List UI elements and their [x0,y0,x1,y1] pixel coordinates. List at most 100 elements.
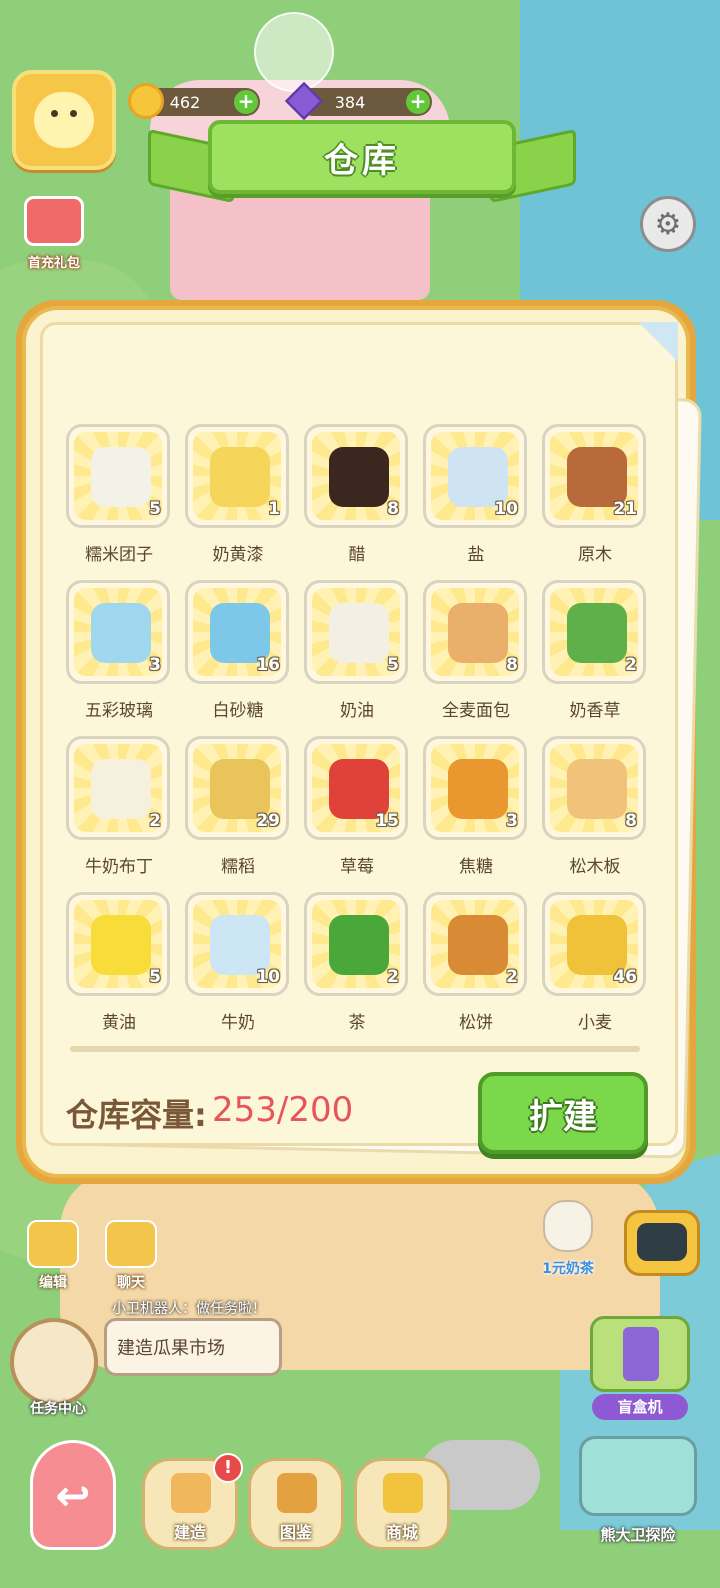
item-tile[interactable]: 46 [542,892,646,996]
floating-bubble[interactable] [254,12,334,92]
shop-button[interactable]: 商城 [354,1458,450,1550]
item-slot[interactable]: 5 奶油 [304,580,410,734]
item-slot[interactable]: 29 糯稻 [185,736,291,890]
item-tile[interactable]: 15 [304,736,408,840]
current-task[interactable]: 建造瓜果市场 [104,1318,282,1376]
gift-label: 首充礼包 [27,256,80,271]
item-tile[interactable]: 21 [542,424,646,528]
item-tile[interactable]: 5 [66,892,170,996]
item-name: 全麦面包 [442,701,510,721]
milk-tea-offer[interactable]: 1元奶茶 [528,1200,608,1280]
item-tile[interactable]: 10 [423,424,527,528]
tv-screen [637,1223,687,1261]
item-count: 21 [613,499,637,519]
item-tile[interactable]: 29 [185,736,289,840]
build-icon [171,1473,211,1513]
back-button[interactable]: ↩ [30,1440,116,1550]
item-name: 松饼 [459,1013,493,1033]
item-icon [448,603,508,663]
item-tile[interactable]: 2 [542,580,646,684]
tv-robot-icon[interactable] [624,1210,700,1276]
shop-cart-icon [383,1473,423,1513]
page-title: 仓库 [324,140,400,181]
item-slot[interactable]: 16 白砂糖 [185,580,291,734]
item-slot[interactable]: 5 糯米团子 [66,424,172,578]
milk-tea-label: 1元奶茶 [542,1261,594,1277]
item-slot[interactable]: 46 小麦 [542,892,648,1046]
item-icon [448,759,508,819]
title-banner: 仓库 [208,120,516,194]
settings-gear-icon[interactable]: ⚙ [640,196,696,252]
item-tile[interactable]: 10 [185,892,289,996]
item-name: 白砂糖 [212,701,264,721]
milk-tea-icon [543,1200,593,1252]
shop-label: 商城 [385,1523,418,1542]
item-slot[interactable]: 8 全麦面包 [423,580,529,734]
item-slot[interactable]: 5 黄油 [66,892,172,1046]
item-slot[interactable]: 2茶 [304,892,410,1046]
item-slot[interactable]: 8醋 [304,424,410,578]
album-button[interactable]: 图鉴 [248,1458,344,1550]
back-arrow-icon: ↩ [55,1470,91,1520]
item-tile[interactable]: 2 [66,736,170,840]
item-slot[interactable]: 3 五彩玻璃 [66,580,172,734]
capacity-value: 253/200 [212,1090,354,1130]
item-count: 8 [506,655,518,675]
build-button[interactable]: ! 建造 [142,1453,243,1550]
item-count: 29 [256,811,280,831]
item-slot[interactable]: 2 牛奶布丁 [66,736,172,890]
player-avatar[interactable] [12,70,116,170]
item-count: 8 [625,811,637,831]
item-tile[interactable]: 5 [66,424,170,528]
expand-button[interactable]: 扩建 [478,1072,648,1154]
item-slot[interactable]: 2 松饼 [423,892,529,1046]
item-count: 46 [613,967,637,987]
item-name: 原木 [578,545,612,565]
item-count: 5 [149,967,161,987]
item-tile[interactable]: 1 [185,424,289,528]
item-tile[interactable]: 2 [304,892,408,996]
item-tile[interactable]: 8 [542,736,646,840]
item-tile[interactable]: 3 [423,736,527,840]
robot-title: 小卫机器人：做任务啦！ [112,1301,266,1317]
chat-button[interactable]: 聊天 [96,1220,166,1291]
item-slot[interactable]: 2 奶香草 [542,580,648,734]
item-count: 5 [149,499,161,519]
item-slot[interactable]: 3 焦糖 [423,736,529,890]
item-tile[interactable]: 8 [423,580,527,684]
item-slot[interactable]: 8 松木板 [542,736,648,890]
divider [70,1046,640,1052]
item-tile[interactable]: 16 [185,580,289,684]
item-name: 盐 [467,545,485,565]
item-tile[interactable]: 5 [304,580,408,684]
explore-button[interactable]: 熊大卫探险 [574,1436,702,1550]
item-tile[interactable]: 2 [423,892,527,996]
edit-label: 编辑 [39,1275,67,1291]
edit-button[interactable]: 编辑 [18,1220,88,1291]
first-recharge-gift[interactable]: 首充礼包 [14,196,88,271]
album-book-icon [277,1473,317,1513]
add-gems-button[interactable]: + [406,90,430,114]
blind-box-machine[interactable]: 盲盒机 [580,1316,700,1420]
item-icon [567,603,627,663]
item-tile[interactable]: 8 [304,424,408,528]
task-center-button[interactable]: 任务中心 [10,1318,98,1417]
item-name: 糯米团子 [85,545,153,565]
item-name: 五彩玻璃 [85,701,153,721]
bear-face-icon [34,92,94,148]
vending-machine-icon [590,1316,690,1392]
item-slot[interactable]: 21 原木 [542,424,648,578]
item-icon [91,603,151,663]
add-coins-button[interactable]: + [234,90,258,114]
item-slot[interactable]: 1 奶黄漆 [185,424,291,578]
item-name: 糯稻 [221,857,255,877]
item-name: 茶 [348,1013,366,1033]
item-slot[interactable]: 10 牛奶 [185,892,291,1046]
item-count: 15 [375,811,399,831]
item-slot[interactable]: 15 草莓 [304,736,410,890]
item-tile[interactable]: 3 [66,580,170,684]
explore-label: 熊大卫探险 [600,1526,676,1544]
item-count: 2 [506,967,518,987]
item-count: 16 [256,655,280,675]
item-slot[interactable]: 10 盐 [423,424,529,578]
